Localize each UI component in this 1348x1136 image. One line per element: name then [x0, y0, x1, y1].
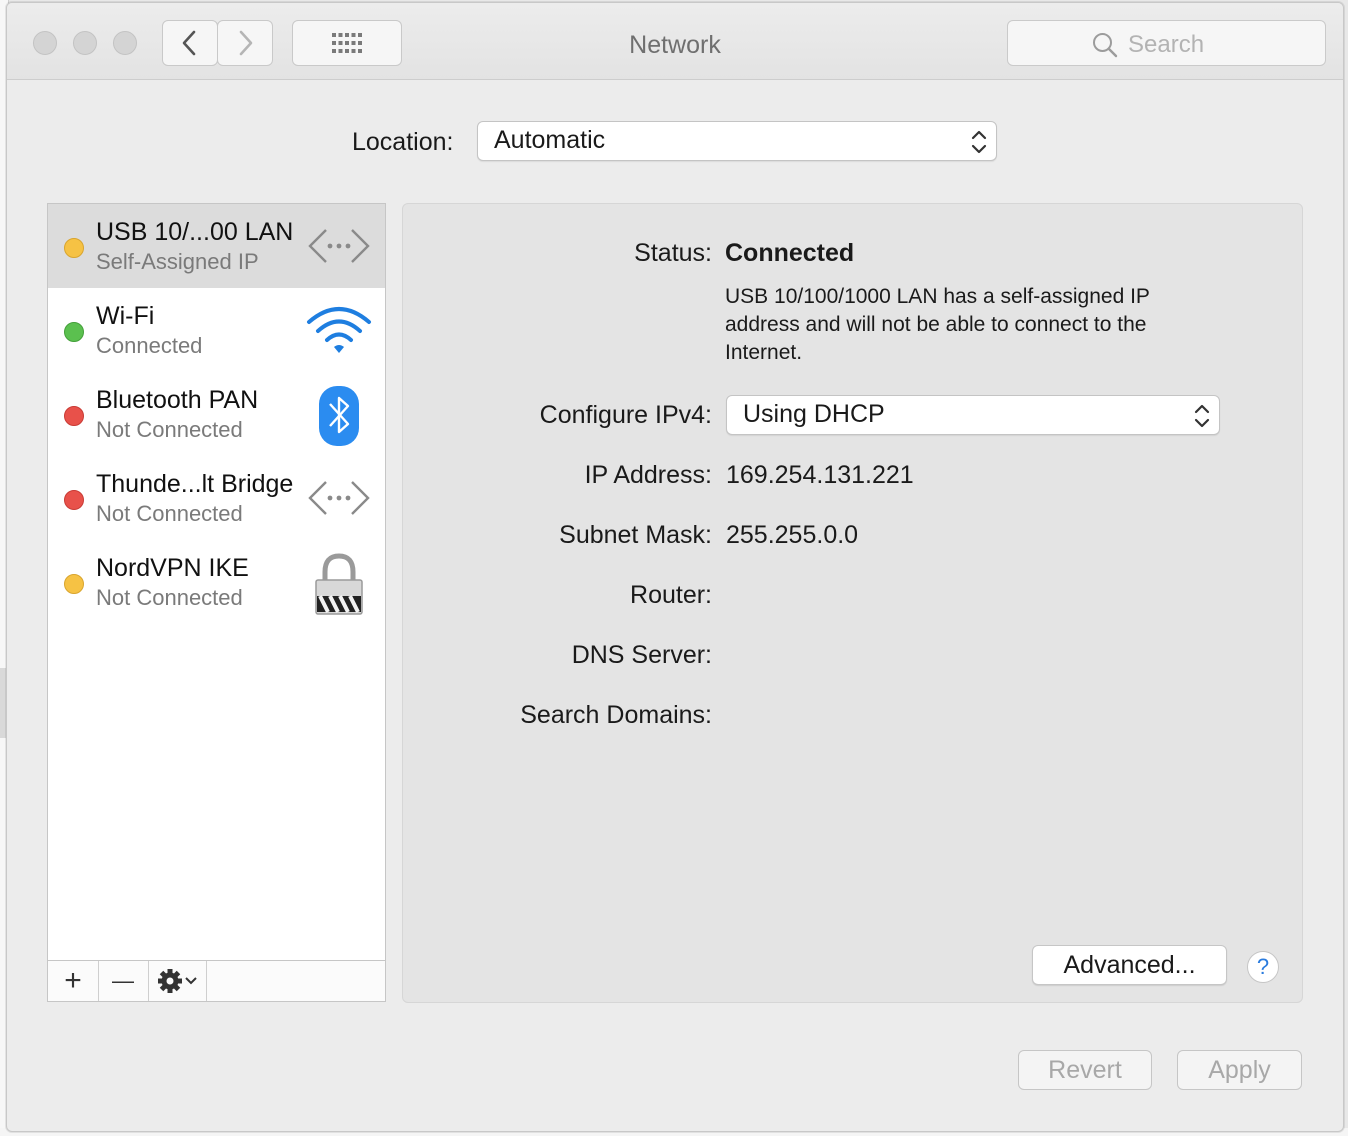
subnet-mask-label: Subnet Mask:: [559, 521, 712, 549]
service-list: USB 10/...00 LAN Self-Assigned IP Wi-Fi …: [47, 203, 386, 961]
action-menu-button[interactable]: [148, 961, 207, 1001]
ip-address-value: 169.254.131.221: [726, 461, 914, 489]
status-dot: [64, 490, 84, 510]
search-icon: [1093, 33, 1118, 58]
help-button[interactable]: ?: [1247, 951, 1279, 983]
location-popup[interactable]: Automatic: [477, 121, 997, 161]
search-domains-label: Search Domains:: [520, 701, 712, 729]
search-placeholder: Search: [1128, 31, 1205, 58]
bluetooth-icon: [319, 386, 359, 446]
service-name: Wi-Fi: [96, 302, 155, 330]
location-label: Location:: [352, 128, 454, 156]
service-list-toolbar: + —: [47, 961, 386, 1002]
advanced-button[interactable]: Advanced...: [1032, 945, 1227, 985]
minus-icon: —: [112, 968, 134, 993]
title-bar: Network Search: [7, 3, 1343, 80]
service-item-usb-lan[interactable]: USB 10/...00 LAN Self-Assigned IP: [48, 204, 385, 288]
status-label: Status:: [634, 239, 712, 267]
vpn-lock-icon: [315, 553, 363, 615]
service-name: Thunde...lt Bridge: [96, 470, 294, 498]
status-value: Connected: [725, 239, 855, 267]
service-name: NordVPN IKE: [96, 554, 249, 582]
chevron-down-icon: [185, 977, 197, 985]
configure-ipv4-value: Using DHCP: [743, 400, 885, 428]
ip-address-label: IP Address:: [584, 461, 712, 489]
dns-server-label: DNS Server:: [571, 641, 712, 669]
status-dot: [64, 406, 84, 426]
location-value: Automatic: [494, 126, 606, 154]
service-name: Bluetooth PAN: [96, 386, 259, 414]
search-field[interactable]: Search: [1007, 20, 1326, 66]
service-item-bluetooth-pan[interactable]: Bluetooth PAN Not Connected: [48, 372, 385, 456]
service-item-thunderbolt-bridge[interactable]: Thunde...lt Bridge Not Connected: [48, 456, 385, 540]
popup-arrows-icon: [971, 130, 987, 154]
service-item-wifi[interactable]: Wi-Fi Connected: [48, 288, 385, 372]
service-status: Connected: [96, 333, 203, 358]
ethernet-icon: [308, 229, 370, 263]
plus-icon: +: [64, 964, 82, 997]
service-status: Not Connected: [96, 501, 243, 526]
network-preferences-window: Network Search Location: Automatic USB 1…: [6, 2, 1344, 1132]
popup-arrows-icon: [1194, 404, 1210, 428]
service-item-nordvpn-ike[interactable]: NordVPN IKE Not Connected: [48, 540, 385, 624]
status-description: USB 10/100/1000 LAN has a self-assigned …: [725, 285, 1150, 364]
service-status: Self-Assigned IP: [96, 249, 259, 274]
add-service-button[interactable]: +: [48, 961, 99, 1001]
subnet-mask-value: 255.255.0.0: [726, 521, 859, 549]
router-label: Router:: [630, 581, 712, 609]
status-dot: [64, 322, 84, 342]
service-name: USB 10/...00 LAN: [96, 218, 294, 246]
service-status: Not Connected: [96, 417, 243, 442]
gear-icon: [158, 969, 182, 993]
wifi-icon: [307, 307, 371, 353]
ethernet-icon: [308, 481, 370, 515]
remove-service-button[interactable]: —: [98, 961, 149, 1001]
apply-button[interactable]: Apply: [1177, 1050, 1302, 1090]
configure-ipv4-popup[interactable]: Using DHCP: [726, 395, 1220, 435]
configure-ipv4-label: Configure IPv4:: [539, 401, 712, 429]
status-dot: [64, 574, 84, 594]
status-dot: [64, 238, 84, 258]
service-status: Not Connected: [96, 585, 243, 610]
revert-button[interactable]: Revert: [1018, 1050, 1152, 1090]
